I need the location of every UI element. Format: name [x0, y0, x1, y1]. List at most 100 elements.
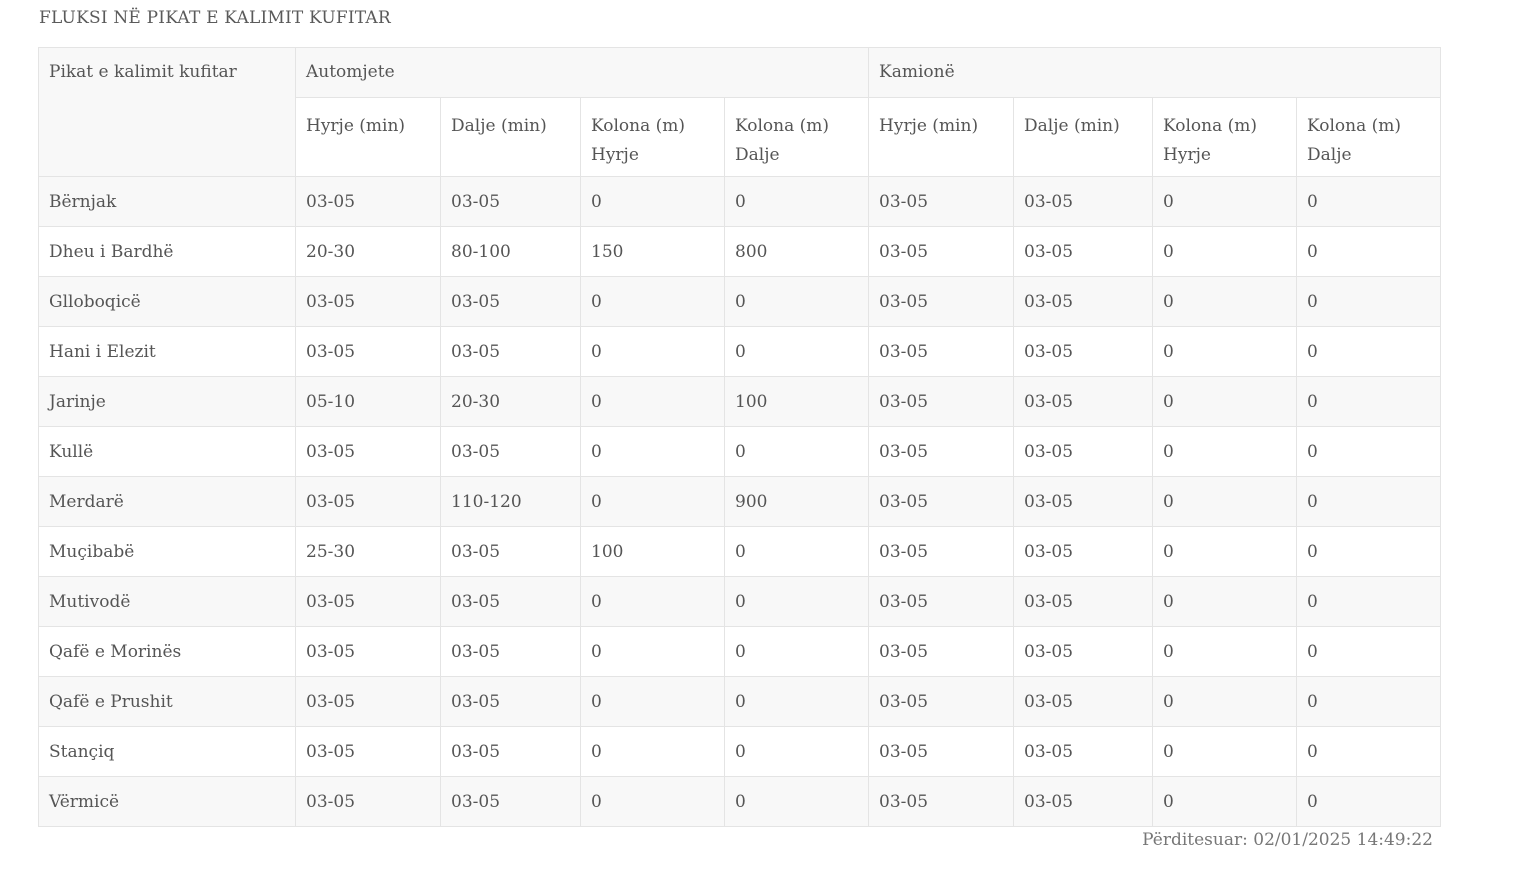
table-cell: 03-05 — [440, 326, 581, 377]
table-cell: 0 — [1152, 426, 1298, 477]
table-cell: 03-05 — [868, 426, 1015, 477]
table-row: Muçibabë 25-30 03-05 100 0 03-05 03-05 0 0 — [38, 526, 1442, 577]
table-cell: 0 — [1296, 726, 1442, 777]
table-row: Merdarë 03-05 110-120 0 900 03-05 03-05 0 0 — [38, 476, 1442, 527]
table-cell: 0 — [580, 326, 725, 377]
column-header: Dalje (min) — [1013, 97, 1154, 177]
table-cell: 03-05 — [440, 726, 581, 777]
table-cell: 0 — [1296, 676, 1442, 727]
table-cell: 03-05 — [440, 276, 581, 327]
table-cell: 0 — [723, 276, 870, 327]
table-row: Jarinje 05-10 20-30 0 100 03-05 03-05 0 0 — [38, 376, 1442, 427]
table-body: Bërnjak 03-05 03-05 0 0 03-05 03-05 0 0 Dheu i Ba… — [38, 176, 1442, 827]
table-cell: 0 — [1152, 576, 1298, 627]
table-cell: 0 — [1152, 626, 1298, 677]
table-row: Bërnjak 03-05 03-05 0 0 03-05 03-05 0 0 — [38, 176, 1442, 227]
table-cell: 0 — [1152, 176, 1298, 227]
table-cell: 110-120 — [440, 476, 581, 527]
table-cell: 0 — [723, 676, 870, 727]
table-cell: 0 — [723, 176, 870, 227]
border-point-name: Dheu i Bardhë — [38, 226, 296, 277]
table-cell: 0 — [723, 576, 870, 627]
table-cell: 03-05 — [1013, 226, 1154, 277]
table-cell: 03-05 — [868, 526, 1015, 577]
table-cell: 05-10 — [295, 376, 441, 427]
table-cell: 0 — [1296, 226, 1442, 277]
table-cell: 03-05 — [1013, 776, 1154, 827]
table-cell: 0 — [1152, 226, 1298, 277]
column-header: Kolona (m) Hyrje — [580, 97, 725, 177]
border-point-name: Hani i Elezit — [38, 326, 296, 377]
table-cell: 03-05 — [1013, 576, 1154, 627]
column-header: Dalje (min) — [440, 97, 581, 177]
table-cell: 03-05 — [1013, 726, 1154, 777]
table-cell: 0 — [1296, 526, 1442, 577]
table-row: Hani i Elezit 03-05 03-05 0 0 03-05 03-05 0 0 — [38, 326, 1442, 377]
table-row: Mutivodë 03-05 03-05 0 0 03-05 03-05 0 0 — [38, 576, 1442, 627]
table-cell: 0 — [723, 426, 870, 477]
table-cell: 03-05 — [1013, 176, 1154, 227]
table-cell: 0 — [723, 726, 870, 777]
table-cell: 03-05 — [1013, 376, 1154, 427]
border-point-name: Jarinje — [38, 376, 296, 427]
table-cell: 03-05 — [295, 726, 441, 777]
table-cell: 03-05 — [440, 426, 581, 477]
border-point-name: Merdarë — [38, 476, 296, 527]
border-point-name: Kullë — [38, 426, 296, 477]
border-point-name: Bërnjak — [38, 176, 296, 227]
table-cell: 0 — [1296, 426, 1442, 477]
table-cell: 0 — [580, 276, 725, 327]
border-point-name: Mutivodë — [38, 576, 296, 627]
table-cell: 03-05 — [868, 676, 1015, 727]
table-cell: 03-05 — [295, 476, 441, 527]
table-row: Kullë 03-05 03-05 0 0 03-05 03-05 0 0 — [38, 426, 1442, 477]
table-cell: 03-05 — [1013, 426, 1154, 477]
table-cell: 03-05 — [440, 176, 581, 227]
table-cell: 100 — [580, 526, 725, 577]
table-cell: 03-05 — [868, 176, 1015, 227]
border-flux-table: Pikat e kalimit kufitar Automjete Kamion… — [38, 47, 1442, 827]
table-cell: 0 — [580, 776, 725, 827]
table-cell: 0 — [1152, 776, 1298, 827]
table-cell: 0 — [580, 576, 725, 627]
column-header: Kolona (m) Hyrje — [1152, 97, 1298, 177]
group-header-trucks: Kamionë — [868, 47, 1442, 98]
table-cell: 03-05 — [1013, 526, 1154, 577]
table-cell: 0 — [723, 326, 870, 377]
table-cell: 03-05 — [868, 276, 1015, 327]
border-point-name: Muçibabë — [38, 526, 296, 577]
table-cell: 03-05 — [440, 626, 581, 677]
table-row: Qafë e Morinës 03-05 03-05 0 0 03-05 03-05 0 0 — [38, 626, 1442, 677]
table-cell: 03-05 — [295, 776, 441, 827]
table-cell: 03-05 — [440, 676, 581, 727]
table-cell: 0 — [580, 676, 725, 727]
border-point-name: Stançiq — [38, 726, 296, 777]
table-cell: 0 — [1296, 576, 1442, 627]
column-header: Hyrje (min) — [868, 97, 1015, 177]
table-cell: 03-05 — [1013, 276, 1154, 327]
table-row: Stançiq 03-05 03-05 0 0 03-05 03-05 0 0 — [38, 726, 1442, 777]
table-cell: 03-05 — [295, 426, 441, 477]
table-cell: 03-05 — [295, 326, 441, 377]
last-updated-timestamp: Përditesuar: 02/01/2025 14:49:22 — [1142, 830, 1433, 850]
column-header: Hyrje (min) — [295, 97, 441, 177]
table-cell: 0 — [580, 726, 725, 777]
table-cell: 0 — [1152, 526, 1298, 577]
table-cell: 0 — [1296, 176, 1442, 227]
table-row: Vërmicë 03-05 03-05 0 0 03-05 03-05 0 0 — [38, 776, 1442, 827]
table-cell: 0 — [1296, 776, 1442, 827]
table-cell: 0 — [580, 176, 725, 227]
table-cell: 03-05 — [440, 776, 581, 827]
table-cell: 0 — [1296, 476, 1442, 527]
table-header-row-groups: Pikat e kalimit kufitar Automjete Kamion… — [38, 47, 1442, 177]
table-cell: 03-05 — [1013, 326, 1154, 377]
table-cell: 800 — [723, 226, 870, 277]
table-cell: 0 — [1152, 326, 1298, 377]
table-cell: 03-05 — [868, 326, 1015, 377]
table-cell: 0 — [1296, 626, 1442, 677]
table-cell: 03-05 — [868, 626, 1015, 677]
table-cell: 80-100 — [440, 226, 581, 277]
table-cell: 900 — [723, 476, 870, 527]
table-cell: 03-05 — [295, 176, 441, 227]
table-cell: 0 — [1296, 276, 1442, 327]
